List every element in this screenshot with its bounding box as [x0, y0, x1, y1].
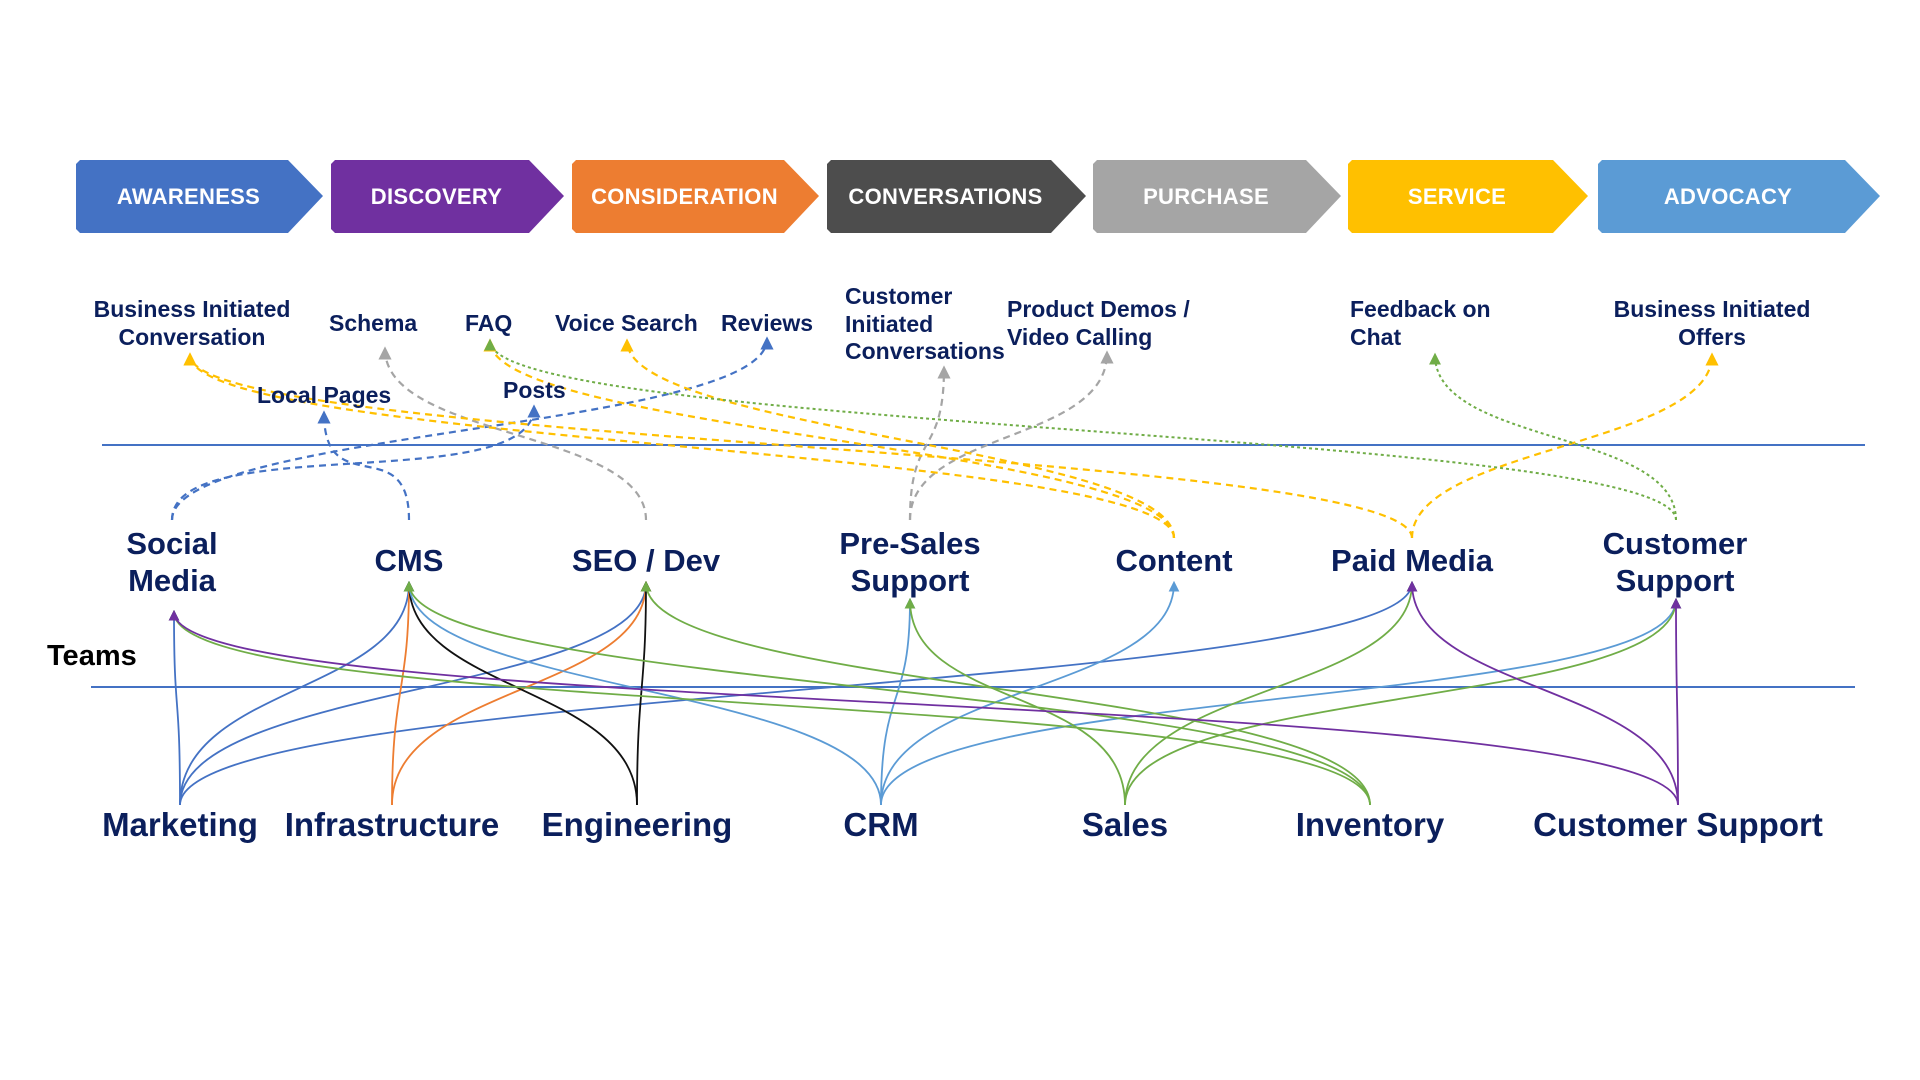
team-inventory: Inventory — [1295, 806, 1445, 843]
stage-label: AWARENESS — [116, 183, 261, 209]
team-link-marketing-to-seo-dev — [179, 580, 652, 806]
dashed-link-content-to-faq — [483, 338, 1176, 539]
touchpoint-business-initiated-offers: Business Initiated Offers — [1613, 296, 1811, 350]
department-social-media: Social Media — [126, 526, 218, 599]
department-pre-sales-support: Pre-Sales Support — [839, 526, 981, 599]
department-seo-dev: SEO / Dev — [571, 543, 721, 578]
department-cms: CMS — [374, 543, 444, 578]
stage-label: PURCHASE — [1143, 183, 1269, 209]
team-link-customer-support-to-paid-media — [1406, 580, 1679, 806]
team-link-engineering-to-seo-dev — [636, 580, 652, 806]
stage-purchase: PURCHASE — [1093, 160, 1341, 233]
stage-label: SERVICE — [1407, 183, 1507, 209]
stage-label: ADVOCACY — [1663, 183, 1793, 209]
stage-consideration: CONSIDERATION — [572, 160, 819, 233]
dashed-link-customer-support-to-feedback-on-chat — [1429, 352, 1677, 521]
team-sales: Sales — [1081, 806, 1169, 843]
department-customer-support: Customer Support — [1602, 526, 1748, 599]
team-link-customer-support-to-social-media — [168, 609, 1679, 806]
team-engineering: Engineering — [541, 806, 733, 843]
touchpoint-business-initiated-conversation: Business Initiated Conversation — [93, 296, 291, 350]
touchpoint-posts: Posts — [503, 377, 566, 403]
touchpoint-faq: FAQ — [465, 310, 513, 336]
dashed-link-social-media-to-reviews — [170, 336, 774, 521]
team-link-marketing-to-paid-media — [179, 580, 1418, 806]
dashed-link-seo-dev-to-schema — [378, 346, 648, 521]
stage-label: DISCOVERY — [370, 183, 503, 209]
dashed-link-cms-to-local-pages — [317, 410, 411, 521]
dashed-link-content-to-voice-search — [620, 338, 1176, 539]
stage-awareness: AWARENESS — [76, 160, 323, 233]
team-link-sales-to-customer-support — [1124, 597, 1682, 806]
team-crm: CRM — [843, 806, 919, 843]
stage-discovery: DISCOVERY — [331, 160, 564, 233]
stage-label: CONVERSATIONS — [848, 183, 1043, 209]
touchpoint-feedback-on-chat: Feedback on Chat — [1350, 296, 1491, 350]
stage-service: SERVICE — [1348, 160, 1588, 233]
stage-conversations: CONVERSATIONS — [827, 160, 1086, 233]
department-content: Content — [1115, 543, 1233, 578]
team-customer-support: Customer Support — [1533, 806, 1823, 843]
team-infrastructure: Infrastructure — [284, 806, 500, 843]
stage-label: CONSIDERATION — [591, 183, 778, 209]
touchpoint-reviews: Reviews — [721, 310, 814, 336]
dashed-link-customer-support-to-faq — [484, 338, 1677, 521]
dashed-link-paid-media-to-business-initiated-offers — [1410, 352, 1719, 539]
team-link-marketing-to-social-media — [168, 609, 181, 806]
team-marketing: Marketing — [102, 806, 258, 843]
touchpoint-local-pages: Local Pages — [257, 382, 392, 408]
department-paid-media: Paid Media — [1331, 543, 1493, 578]
touchpoint-voice-search: Voice Search — [555, 310, 698, 336]
teams-heading: Teams — [47, 640, 137, 672]
dashed-link-pre-sales-support-to-customer-initiated-conversations — [908, 365, 951, 521]
touchpoint-schema: Schema — [329, 310, 418, 336]
touchpoint-customer-initiated-conversations: Customer Initiated Conversations — [845, 283, 1005, 365]
stage-advocacy: ADVOCACY — [1598, 160, 1880, 233]
touchpoint-product-demos-video-calling: Product Demos / Video Calling — [1007, 296, 1190, 350]
team-link-customer-support-to-customer-support — [1670, 597, 1682, 806]
